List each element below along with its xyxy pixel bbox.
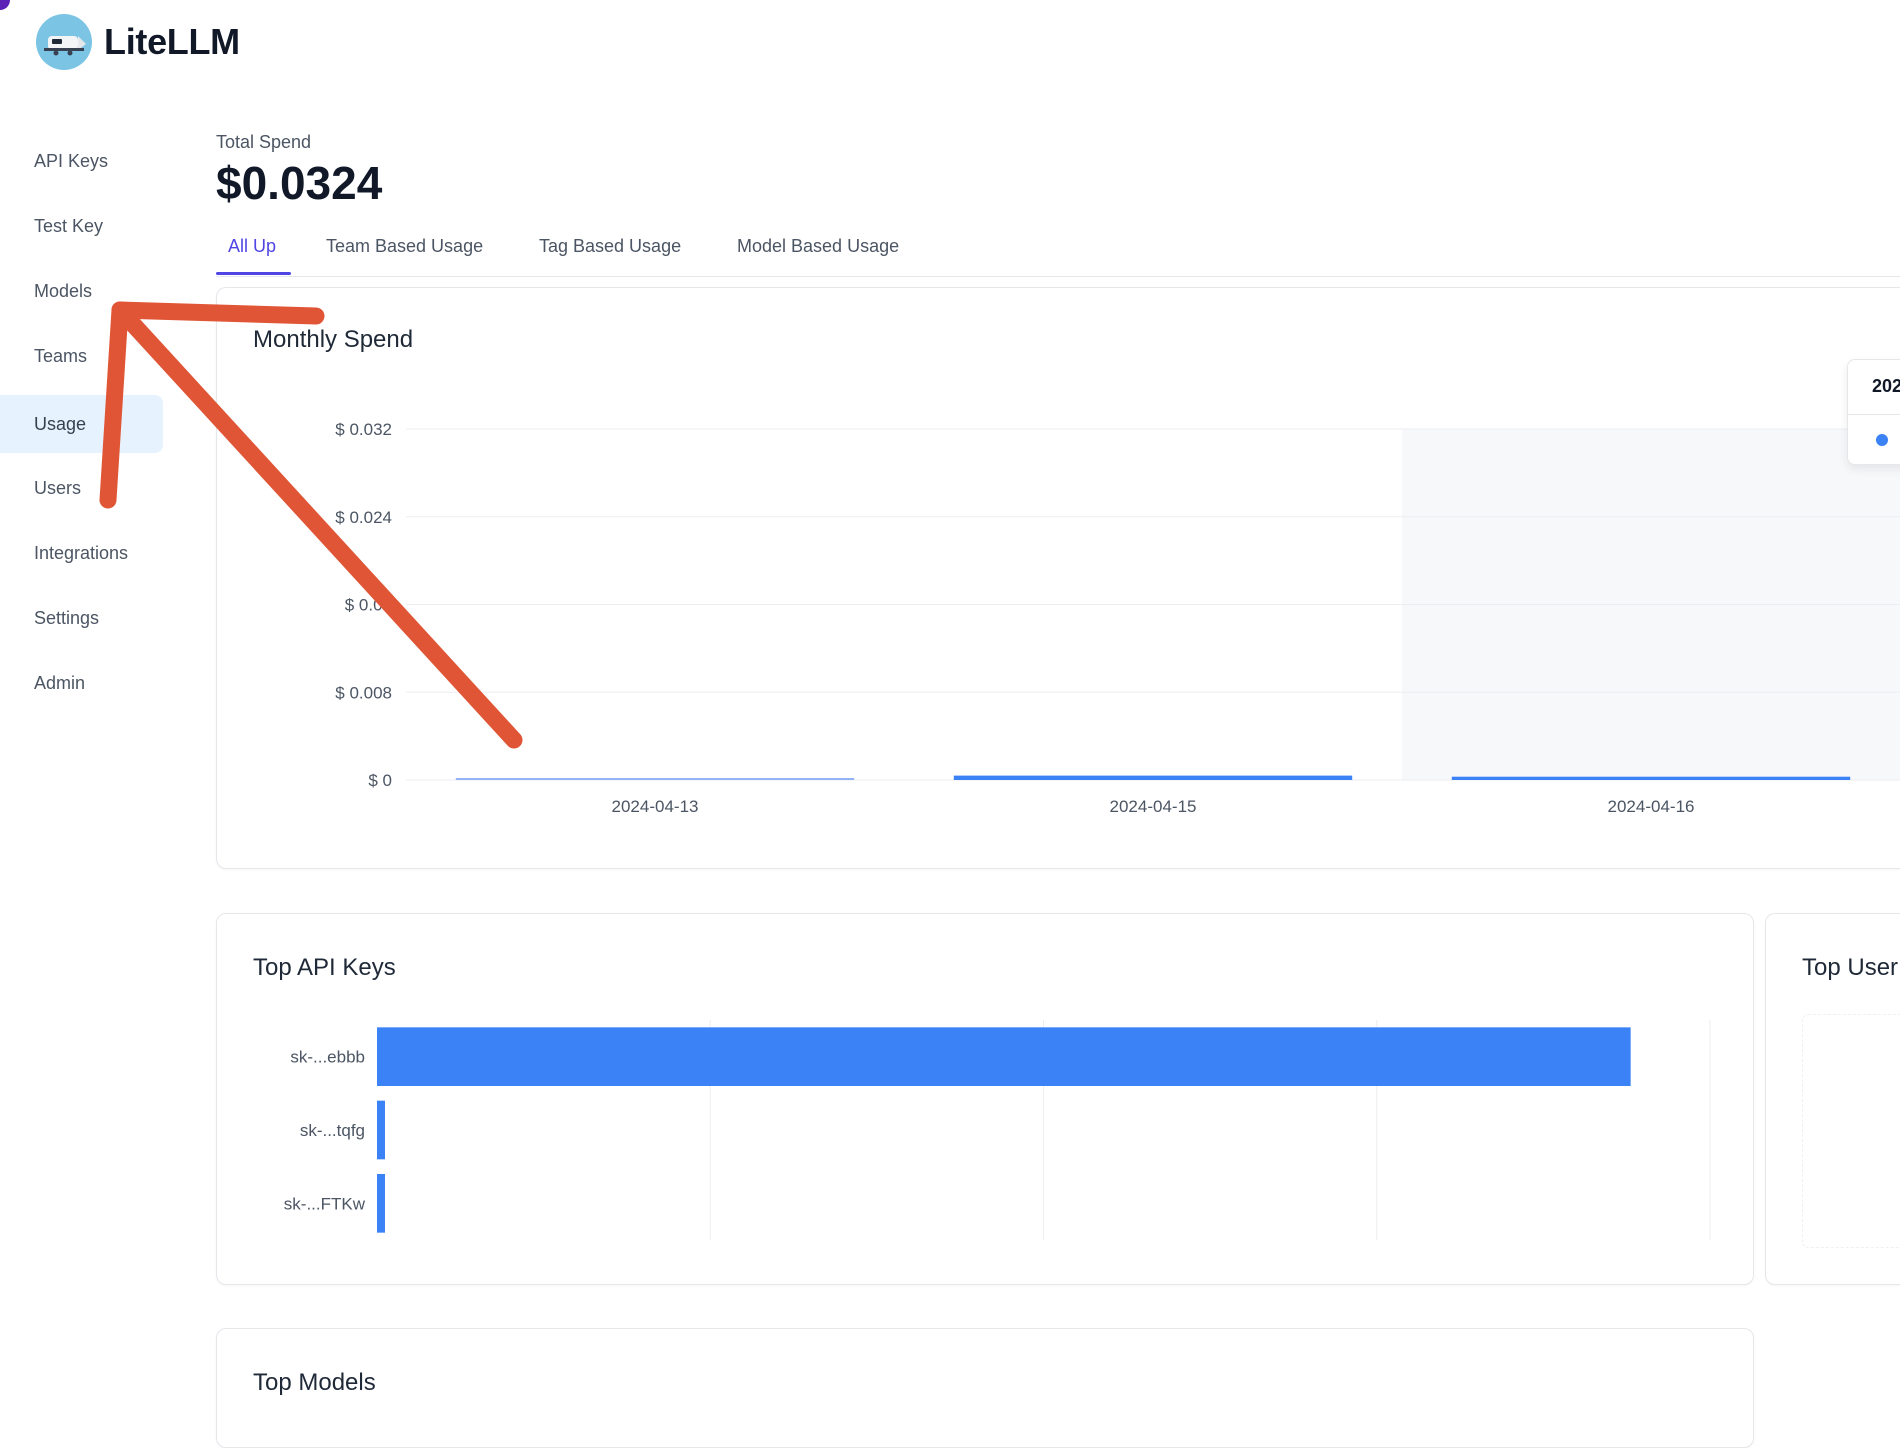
monthly-spend-chart[interactable]: $ 0 $ 0.008 $ 0.01 $ 0.024 $ 0.032 2024-04-13… bbox=[216, 400, 1900, 820]
bar bbox=[1451, 776, 1851, 780]
bar bbox=[953, 775, 1353, 780]
total-spend-value: $0.0324 bbox=[216, 157, 383, 209]
sidebar-item-usage[interactable]: Usage bbox=[0, 395, 163, 453]
tab-all-up[interactable]: All Up bbox=[228, 236, 276, 257]
usage-tabs: All Up Team Based Usage Tag Based Usage … bbox=[216, 226, 1900, 277]
top-models-title: Top Models bbox=[253, 1369, 376, 1396]
bar bbox=[455, 778, 855, 780]
sidebar-item-users[interactable]: Users bbox=[0, 459, 163, 517]
sidebar-item-api-keys[interactable]: API Keys bbox=[0, 132, 163, 190]
chart-tooltip: 202 bbox=[1847, 359, 1900, 465]
y-tick-label: sk-...ebbb bbox=[290, 1048, 365, 1067]
bar bbox=[377, 1100, 385, 1160]
y-tick-label: $ 0.024 bbox=[335, 508, 392, 527]
bar bbox=[377, 1174, 385, 1233]
tab-tag-based-usage[interactable]: Tag Based Usage bbox=[539, 236, 681, 257]
top-users-title: Top User bbox=[1802, 954, 1899, 981]
y-tick-label: $ 0.008 bbox=[335, 683, 392, 702]
top-users-card: Top User bbox=[1765, 913, 1900, 1285]
sidebar-item-settings[interactable]: Settings bbox=[0, 589, 163, 647]
sidebar-item-test-key[interactable]: Test Key bbox=[0, 197, 163, 255]
monthly-spend-title: Monthly Spend bbox=[253, 326, 414, 353]
y-tick-label: sk-...FTKw bbox=[284, 1194, 366, 1213]
tooltip-date: 202 bbox=[1872, 376, 1900, 396]
sidebar-item-integrations[interactable]: Integrations bbox=[0, 524, 163, 582]
tab-model-based-usage[interactable]: Model Based Usage bbox=[737, 236, 899, 257]
top-api-keys-title: Top API Keys bbox=[253, 954, 396, 981]
sidebar-item-models[interactable]: Models bbox=[0, 262, 163, 320]
x-tick-label: 2024-04-16 bbox=[1608, 797, 1695, 816]
sidebar-item-admin[interactable]: Admin bbox=[0, 654, 163, 712]
y-tick-label: sk-...tqfg bbox=[300, 1121, 365, 1140]
y-tick-label: $ 0 bbox=[368, 771, 392, 790]
app-name: LiteLLM bbox=[104, 21, 240, 62]
x-tick-label: 2024-04-15 bbox=[1110, 797, 1197, 816]
y-tick-label: $ 0.032 bbox=[335, 420, 392, 439]
app-logo[interactable]: LiteLLM bbox=[36, 14, 240, 70]
top-api-keys-chart[interactable]: sk-...ebbb sk-...tqfg sk-...FTKw bbox=[216, 1010, 1754, 1250]
active-tab-indicator bbox=[216, 272, 291, 275]
bar bbox=[377, 1027, 1631, 1086]
window-corner-accent bbox=[0, 0, 10, 10]
sidebar-item-teams[interactable]: Teams bbox=[0, 327, 163, 385]
train-logo-icon bbox=[36, 14, 92, 70]
y-tick-label: $ 0.01 bbox=[345, 596, 392, 615]
tooltip-divider bbox=[1848, 414, 1900, 415]
top-users-chart-area bbox=[1802, 1014, 1900, 1248]
top-models-card: Top Models bbox=[216, 1328, 1754, 1448]
tab-team-based-usage[interactable]: Team Based Usage bbox=[326, 236, 483, 257]
tooltip-series-dot bbox=[1876, 434, 1888, 446]
total-spend-label: Total Spend bbox=[216, 132, 312, 152]
x-tick-label: 2024-04-13 bbox=[612, 797, 699, 816]
